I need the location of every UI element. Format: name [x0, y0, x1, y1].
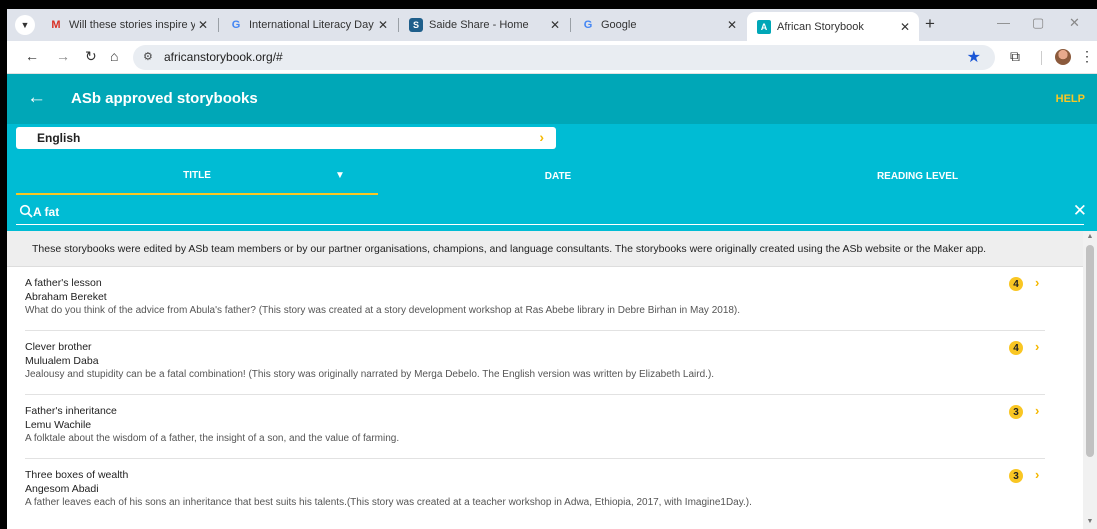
gmail-icon: M	[51, 19, 61, 31]
tab-strip: ▼ M Will these stories inspire you ✕ G I…	[7, 9, 1097, 41]
list-item[interactable]: Father's inheritance Lemu Wachile A folk…	[25, 395, 1045, 459]
caret-down-icon[interactable]: ▼	[335, 170, 345, 181]
african-storybook-icon: A	[757, 19, 771, 34]
tab-label: African Storybook	[777, 20, 864, 33]
google-icon: G	[583, 19, 593, 31]
close-tab-icon[interactable]: ✕	[195, 18, 211, 32]
story-author: Abraham Bereket	[25, 291, 107, 303]
scrollbar-thumb[interactable]	[1086, 245, 1094, 457]
minimize-icon[interactable]: —	[997, 15, 1010, 30]
list-item[interactable]: A father's lesson Abraham Bereket What d…	[25, 267, 1045, 331]
list-item[interactable]: Three boxes of wealth Angesom Abadi A fa…	[25, 459, 1045, 523]
language-bar: English ›	[7, 124, 1097, 157]
close-tab-icon[interactable]: ✕	[547, 18, 563, 32]
story-title: Three boxes of wealth	[25, 469, 129, 481]
search-icon	[19, 204, 33, 218]
forward-nav-icon[interactable]: →	[56, 48, 70, 64]
reading-level-badge: 3	[1009, 469, 1023, 483]
tab-date-label: DATE	[544, 170, 572, 182]
story-author: Lemu Wachile	[25, 419, 92, 431]
browser-menu-icon[interactable]: ⋮	[1080, 48, 1094, 65]
scroll-down-icon[interactable]: ▼	[1083, 518, 1097, 525]
storybook-list: These storybooks were edited by ASb team…	[7, 231, 1083, 529]
tab-label: Google	[601, 19, 637, 31]
notice-text: These storybooks were edited by ASb team…	[32, 243, 987, 255]
back-nav-icon[interactable]: ←	[25, 48, 39, 64]
search-input[interactable]	[33, 204, 1043, 220]
story-author: Angesom Abadi	[25, 483, 99, 495]
story-description: A father leaves each of his sons an inhe…	[25, 497, 752, 508]
restore-icon[interactable]: ▢	[1032, 15, 1044, 31]
browser-tab-literacy-day[interactable]: G International Literacy Day 20 ✕	[219, 9, 397, 41]
story-description: What do you think of the advice from Abu…	[25, 305, 741, 316]
chevron-right-icon[interactable]: ›	[1035, 275, 1039, 290]
story-title: Clever brother	[25, 341, 92, 353]
browser-tab-african-storybook[interactable]: A African Storybook ✕	[747, 12, 919, 41]
home-icon[interactable]: ⌂	[110, 48, 118, 64]
url-text: africanstorybook.org/#	[164, 50, 283, 64]
scroll-up-icon[interactable]: ▲	[1083, 233, 1097, 240]
language-select[interactable]: English ›	[16, 127, 556, 149]
saide-icon: S	[409, 18, 423, 32]
reload-icon[interactable]: ↻	[85, 48, 97, 65]
search-bar: ✕	[7, 195, 1097, 231]
sort-tabs: TITLE ▼ DATE READING LEVEL	[7, 157, 1097, 195]
info-notice: These storybooks were edited by ASb team…	[7, 231, 1083, 267]
app-header: ← ASb approved storybooks HELP	[7, 74, 1097, 124]
close-tab-icon[interactable]: ✕	[375, 18, 391, 32]
window-close-icon[interactable]: ✕	[1069, 15, 1080, 31]
story-title: A father's lesson	[25, 277, 102, 289]
browser-tab-gmail[interactable]: M Will these stories inspire you ✕	[39, 9, 217, 41]
new-tab-icon[interactable]: +	[925, 14, 935, 34]
tab-label: International Literacy Day 20	[249, 19, 375, 31]
close-tab-icon[interactable]: ✕	[897, 20, 913, 34]
scrollbar[interactable]: ▲ ▼	[1083, 231, 1097, 529]
story-description: A folktale about the wisdom of a father,…	[25, 433, 400, 444]
reading-level-badge: 3	[1009, 405, 1023, 419]
reading-level-badge: 4	[1009, 277, 1023, 291]
back-arrow-icon[interactable]: ←	[27, 87, 46, 109]
language-value: English	[37, 131, 81, 145]
tab-title-label: TITLE	[183, 169, 211, 181]
tab-label: Will these stories inspire you	[69, 19, 195, 31]
tab-date[interactable]: DATE	[378, 157, 738, 195]
browser-tab-saide-share[interactable]: S Saide Share - Home ✕	[399, 9, 569, 41]
reading-level-badge: 4	[1009, 341, 1023, 355]
tab-label: Saide Share - Home	[429, 19, 529, 31]
site-info-icon[interactable]: ⚙	[143, 50, 153, 63]
chevron-right-icon[interactable]: ›	[1035, 339, 1039, 354]
page-title: ASb approved storybooks	[71, 90, 258, 107]
list-item[interactable]: Clever brother Mulualem Daba Jealousy an…	[25, 331, 1045, 395]
story-title: Father's inheritance	[25, 405, 117, 417]
browser-tab-google[interactable]: G Google ✕	[571, 9, 746, 41]
browser-window: ▼ M Will these stories inspire you ✕ G I…	[7, 9, 1097, 529]
browser-toolbar: ← → ↻ ⌂ ⚙ africanstorybook.org/# ★ ⧉ ⋮	[7, 41, 1097, 74]
tab-title[interactable]: TITLE	[16, 157, 378, 195]
help-link[interactable]: HELP	[1056, 93, 1085, 105]
tab-reading-level[interactable]: READING LEVEL	[738, 157, 1097, 195]
google-icon: G	[231, 19, 241, 31]
chevron-right-icon[interactable]: ›	[1035, 403, 1039, 418]
story-author: Mulualem Daba	[25, 355, 99, 367]
bookmark-star-icon[interactable]: ★	[967, 47, 981, 67]
address-bar[interactable]: ⚙ africanstorybook.org/# ★	[133, 45, 995, 70]
chevron-right-icon[interactable]: ›	[1035, 467, 1039, 482]
close-tab-icon[interactable]: ✕	[724, 18, 740, 32]
tab-search-icon[interactable]: ▼	[15, 15, 35, 35]
story-description: Jealousy and stupidity can be a fatal co…	[25, 369, 715, 380]
extensions-icon[interactable]: ⧉	[1010, 48, 1020, 65]
chevron-right-icon: ›	[539, 129, 544, 145]
clear-search-icon[interactable]: ✕	[1073, 201, 1087, 221]
tab-reading-level-label: READING LEVEL	[876, 170, 959, 182]
profile-avatar[interactable]	[1055, 49, 1071, 65]
